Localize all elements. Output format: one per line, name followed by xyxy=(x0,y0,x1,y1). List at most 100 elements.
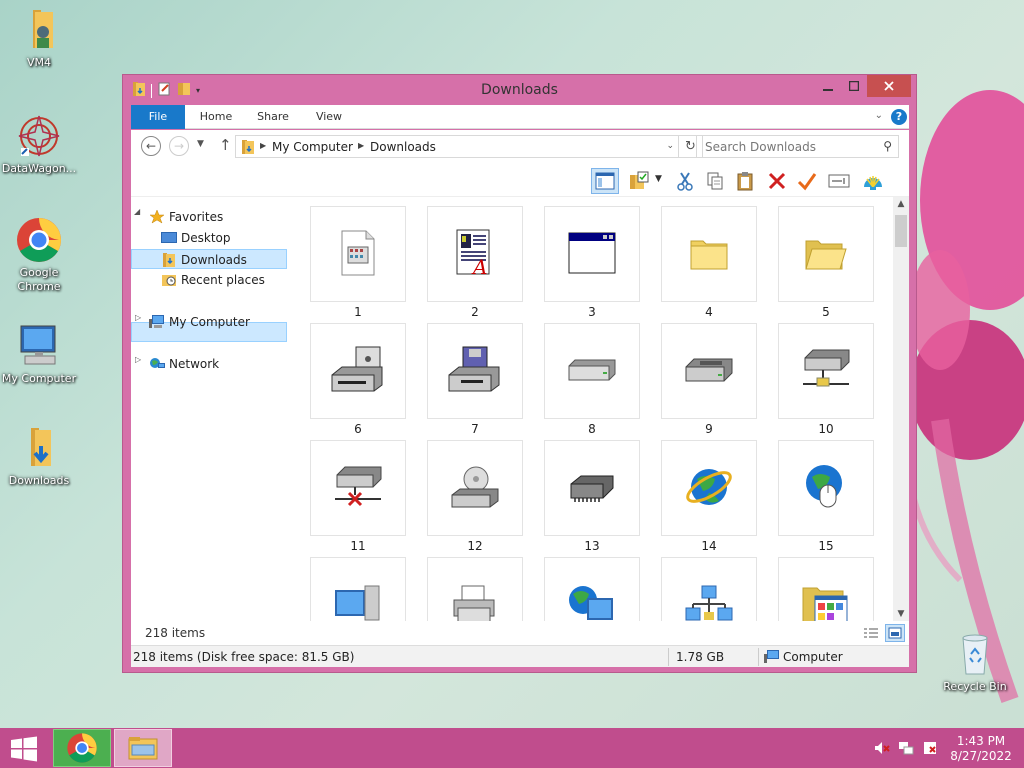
file-tile[interactable] xyxy=(544,206,640,302)
system-clock[interactable]: 1:43 PM 8/27/2022 xyxy=(950,734,1012,764)
vertical-scrollbar[interactable]: ▲ ▼ xyxy=(893,197,909,621)
breadcrumb-my-computer[interactable]: My Computer xyxy=(272,140,353,154)
status-summary: 218 items (Disk free space: 81.5 GB) xyxy=(133,650,355,664)
properties-dropdown-icon[interactable]: ▼ xyxy=(655,174,662,184)
desktop-icon-downloads[interactable]: Downloads xyxy=(0,424,78,488)
file-tile[interactable] xyxy=(310,440,406,536)
title-bar[interactable]: ▾ Downloads xyxy=(123,75,916,105)
maximize-icon xyxy=(849,81,859,91)
taskbar-chrome-button[interactable] xyxy=(53,729,111,767)
file-tile[interactable] xyxy=(427,323,523,419)
scroll-down-icon[interactable]: ▼ xyxy=(893,609,909,619)
file-tile[interactable] xyxy=(544,323,640,419)
file-tile[interactable] xyxy=(544,440,640,536)
file-tile[interactable] xyxy=(544,557,640,621)
file-tile[interactable] xyxy=(661,557,757,621)
file-tile[interactable] xyxy=(778,440,874,536)
expand-arrow-icon[interactable]: ▷ xyxy=(135,355,141,364)
tree-item-downloads[interactable]: Downloads xyxy=(131,249,287,269)
details-view-button[interactable] xyxy=(861,624,881,642)
cut-button[interactable] xyxy=(671,168,699,194)
file-tile[interactable] xyxy=(778,323,874,419)
paste-icon xyxy=(737,172,753,191)
file-tile[interactable] xyxy=(427,557,523,621)
scroll-up-icon[interactable]: ▲ xyxy=(893,199,909,209)
tab-share[interactable]: Share xyxy=(249,105,297,129)
paste-button[interactable] xyxy=(731,168,759,194)
navigation-pane: ◢ Favorites Desktop Downloads Recent pla… xyxy=(131,197,294,621)
breadcrumb-separator[interactable]: ▶ xyxy=(260,141,266,150)
file-tile[interactable] xyxy=(427,440,523,536)
file-tile[interactable] xyxy=(661,323,757,419)
tree-item-my-computer[interactable]: My Computer xyxy=(149,312,250,332)
desktop-icon xyxy=(161,231,177,245)
help-button[interactable]: ? xyxy=(891,109,907,125)
breadcrumb-downloads[interactable]: Downloads xyxy=(370,140,436,154)
action-center-icon[interactable] xyxy=(922,741,938,755)
copy-icon xyxy=(707,172,723,190)
apply-button[interactable] xyxy=(793,168,821,194)
my-computer-icon xyxy=(15,322,63,370)
file-tile-label: 3 xyxy=(588,305,596,319)
rename-button[interactable] xyxy=(825,168,853,194)
file-tile[interactable] xyxy=(778,557,874,621)
tab-view[interactable]: View xyxy=(307,105,351,129)
tree-item-desktop[interactable]: Desktop xyxy=(161,228,231,248)
recent-locations-button[interactable]: ▼ xyxy=(197,139,204,149)
desktop-icon-datawagon[interactable]: DataWagon... xyxy=(0,112,78,176)
tree-item-recent-places[interactable]: Recent places xyxy=(161,270,265,290)
scrollbar-thumb[interactable] xyxy=(895,215,907,247)
search-input[interactable]: Search Downloads ⚲ xyxy=(696,135,899,158)
up-button[interactable]: ↑ xyxy=(219,136,232,154)
tree-item-network[interactable]: Network xyxy=(149,354,219,374)
start-button[interactable] xyxy=(10,736,38,762)
shell-button[interactable] xyxy=(859,168,887,194)
copy-button[interactable] xyxy=(701,168,729,194)
desktop-icon-chrome[interactable]: Google Chrome xyxy=(0,216,78,294)
minimize-icon xyxy=(823,89,833,91)
desktop-icon-label: My Computer xyxy=(1,372,77,385)
desktop-icon-label: VM4 xyxy=(26,56,51,69)
file-tile[interactable] xyxy=(310,323,406,419)
forward-button[interactable]: → xyxy=(169,136,189,156)
tree-item-label: Recent places xyxy=(181,273,265,287)
desktop-icon-vm4[interactable]: VM4 xyxy=(0,6,78,70)
clock-time: 1:43 PM xyxy=(956,734,1006,748)
tree-item-favorites[interactable]: Favorites xyxy=(149,207,223,227)
properties-button[interactable] xyxy=(625,168,653,194)
large-icons-view-button[interactable] xyxy=(885,624,905,642)
desktop-icon-recycle-bin[interactable]: Recycle Bin xyxy=(936,630,1014,694)
network-icon xyxy=(149,357,165,371)
tab-home[interactable]: Home xyxy=(191,105,241,129)
maximize-button[interactable] xyxy=(841,75,867,97)
refresh-icon: ↻ xyxy=(685,139,696,154)
volume-muted-icon[interactable] xyxy=(874,741,890,755)
datawagon-app-icon xyxy=(15,112,63,160)
file-tile[interactable] xyxy=(778,206,874,302)
back-button[interactable]: ← xyxy=(141,136,161,156)
file-tile[interactable]: A xyxy=(427,206,523,302)
close-button[interactable] xyxy=(867,75,911,97)
minimize-button[interactable] xyxy=(815,75,841,97)
file-tile-label: 2 xyxy=(471,305,479,319)
expand-arrow-icon[interactable]: ▷ xyxy=(135,313,141,322)
tab-file[interactable]: File xyxy=(131,105,185,129)
file-tile[interactable] xyxy=(661,440,757,536)
my-computer-icon xyxy=(149,314,165,329)
file-tile[interactable] xyxy=(661,206,757,302)
taskbar: 1:43 PM 8/27/2022 xyxy=(0,728,1024,768)
collapse-arrow-icon[interactable]: ◢ xyxy=(134,207,140,216)
network-icon[interactable] xyxy=(898,741,914,755)
shell-icon xyxy=(864,176,882,190)
breadcrumb-separator[interactable]: ▶ xyxy=(358,141,364,150)
address-dropdown-icon[interactable]: ⌄ xyxy=(666,141,674,151)
address-bar[interactable]: ▶ My Computer ▶ Downloads ⌄ xyxy=(235,135,679,158)
file-tile[interactable] xyxy=(310,206,406,302)
file-tile[interactable] xyxy=(310,557,406,621)
desktop-icon-my-computer[interactable]: My Computer xyxy=(0,322,78,386)
checkmark-icon xyxy=(797,173,817,191)
expand-ribbon-icon[interactable]: ⌄ xyxy=(875,110,883,121)
delete-button[interactable] xyxy=(763,168,791,194)
preview-pane-button[interactable] xyxy=(591,168,619,194)
taskbar-file-explorer-button[interactable] xyxy=(114,729,172,767)
